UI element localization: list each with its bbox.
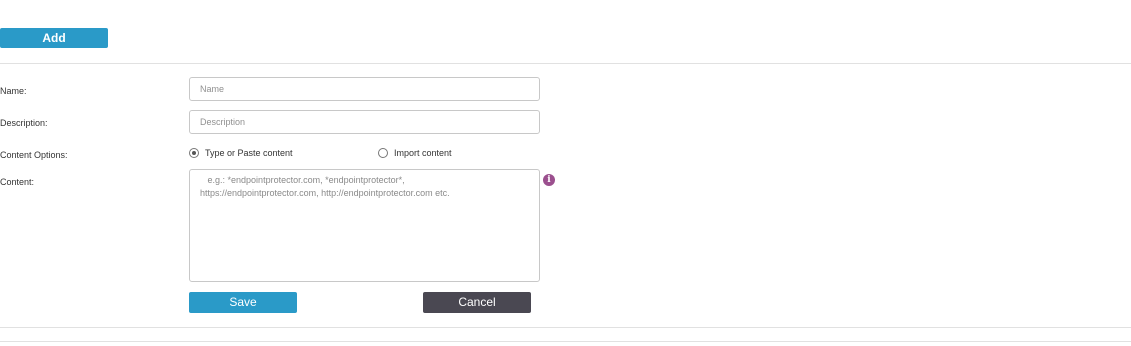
content-options-label: Content Options: bbox=[0, 150, 68, 160]
radio-import[interactable]: Import content bbox=[378, 148, 452, 158]
cancel-button[interactable]: Cancel bbox=[423, 292, 531, 313]
description-input[interactable] bbox=[189, 110, 540, 134]
bottom-divider bbox=[0, 327, 1131, 328]
radio-import-label: Import content bbox=[394, 148, 452, 158]
add-content-form-page: Add Name: Description: Content Options: … bbox=[0, 0, 1131, 346]
name-label: Name: bbox=[0, 86, 27, 96]
top-divider bbox=[0, 63, 1131, 64]
add-button[interactable]: Add bbox=[0, 28, 108, 48]
save-button[interactable]: Save bbox=[189, 292, 297, 313]
radio-unchecked-icon[interactable] bbox=[378, 148, 388, 158]
footer-divider bbox=[0, 341, 1131, 342]
content-label: Content: bbox=[0, 177, 35, 187]
content-textarea[interactable] bbox=[189, 169, 540, 282]
description-label: Description: bbox=[0, 118, 48, 128]
radio-type-paste[interactable]: Type or Paste content bbox=[189, 148, 293, 158]
radio-checked-icon[interactable] bbox=[189, 148, 199, 158]
name-input[interactable] bbox=[189, 77, 540, 101]
info-icon[interactable]: i bbox=[543, 174, 555, 186]
radio-type-paste-label: Type or Paste content bbox=[205, 148, 293, 158]
